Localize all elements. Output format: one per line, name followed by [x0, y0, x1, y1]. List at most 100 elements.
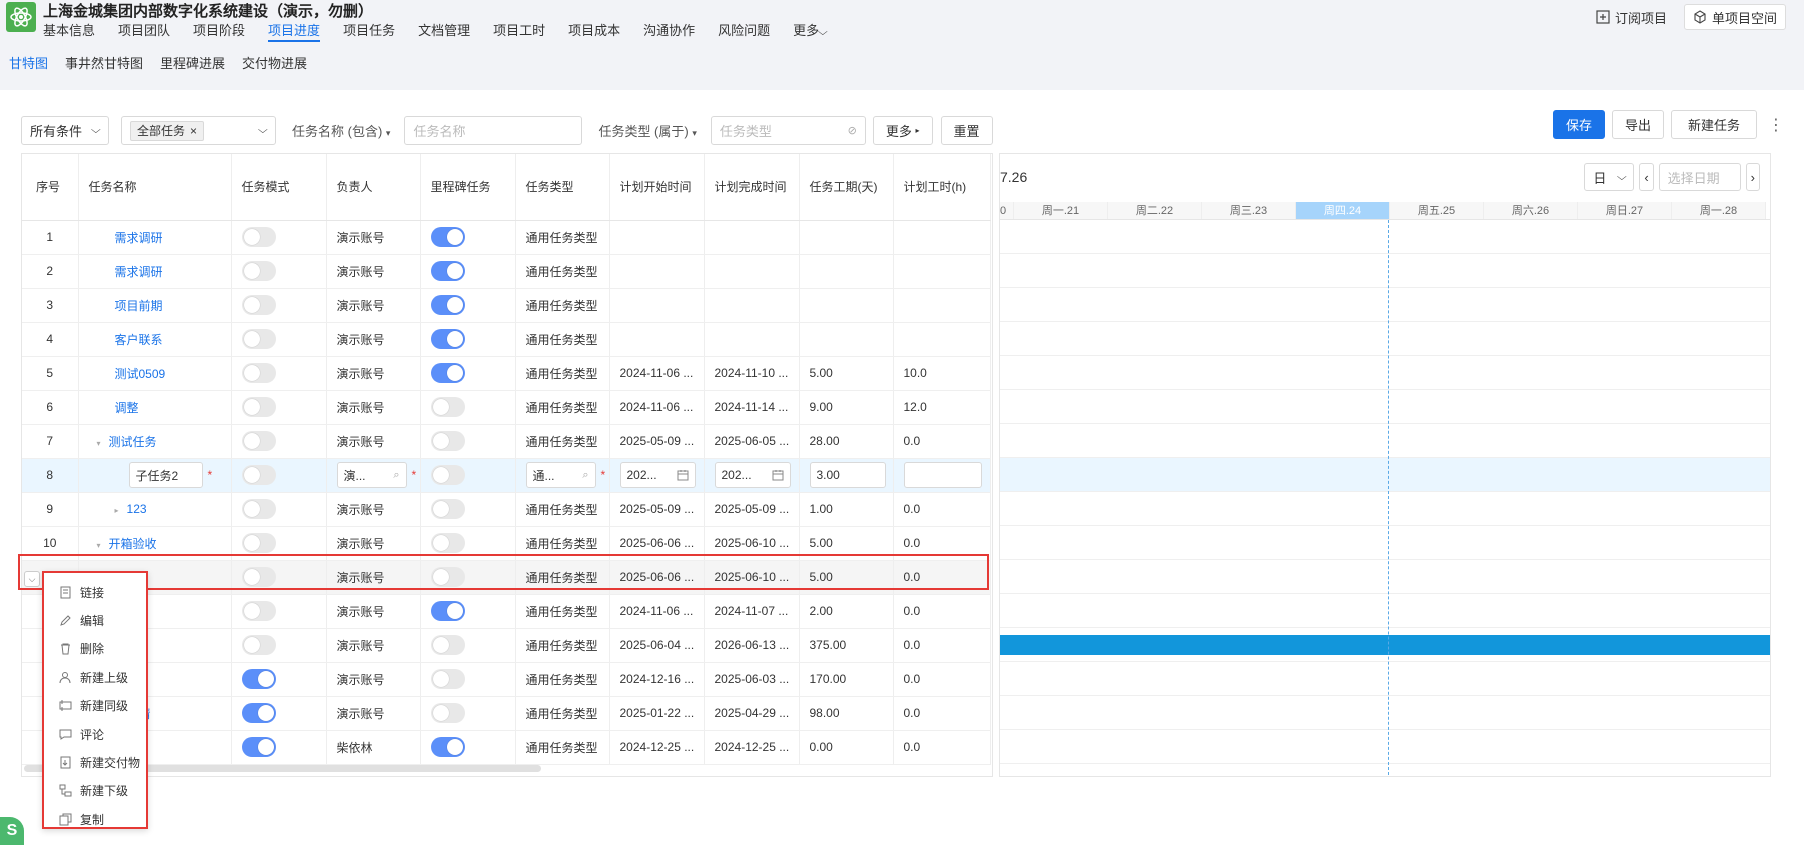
menu-item-link[interactable]: 链接	[44, 578, 146, 606]
column-header[interactable]: 任务类型	[515, 154, 610, 221]
column-header[interactable]: 计划工时(h)	[893, 154, 991, 221]
tag-close-icon[interactable]: ×	[190, 122, 197, 140]
toggle-switch[interactable]	[430, 533, 465, 553]
toggle-switch[interactable]	[241, 261, 276, 281]
toggle-switch[interactable]	[241, 533, 276, 553]
task-name-link[interactable]: 项目前期	[115, 299, 163, 313]
sub-tab-1[interactable]: 事井然甘特图	[65, 53, 143, 72]
table-row[interactable]: 目申请演示账号通用任务类型2025-01-22 ...2025-04-29 ..…	[22, 696, 991, 731]
date-picker[interactable]: 选择日期	[1658, 163, 1741, 191]
toggle-switch[interactable]	[241, 499, 276, 519]
next-date-button[interactable]: ›	[1745, 163, 1760, 191]
task-name-link[interactable]: 开箱验收	[109, 537, 157, 551]
toggle-switch[interactable]	[430, 261, 465, 281]
toggle-switch[interactable]	[430, 465, 465, 485]
task-name-link[interactable]: 调整	[115, 401, 139, 415]
toggle-switch[interactable]	[430, 635, 465, 655]
more-options-icon[interactable]: ⋮	[1764, 115, 1788, 135]
table-row[interactable]: 1 需求调研 演示账号 通用任务类型	[22, 220, 991, 255]
toggle-switch[interactable]	[430, 431, 465, 451]
project-space-button[interactable]: 单项目空间	[1683, 4, 1786, 30]
sub-tab-2[interactable]: 里程碑进展	[160, 53, 225, 72]
toggle-switch[interactable]	[241, 635, 276, 655]
caret-down-icon[interactable]: ▾	[97, 439, 101, 448]
owner-edit-select[interactable]: 演... ⌕	[336, 462, 407, 488]
hours-edit-input[interactable]	[903, 462, 982, 488]
task-name-link[interactable]: 123	[127, 502, 147, 516]
task-name-edit-input[interactable]: 子任务2	[128, 462, 203, 488]
task-name-input[interactable]: 任务名称	[404, 116, 583, 145]
row-expand-toggle[interactable]: ⌵	[24, 571, 40, 587]
column-header[interactable]: 任务模式	[231, 154, 327, 221]
type-edit-select[interactable]: 通... ⌕	[525, 462, 596, 488]
column-header[interactable]: 计划开始时间	[609, 154, 705, 221]
task-name-filter-label[interactable]: 任务名称 (包含) ▾	[284, 121, 398, 140]
toggle-switch[interactable]	[241, 363, 276, 383]
nav-tab-4[interactable]: 项目任务	[343, 21, 395, 42]
toggle-switch[interactable]	[241, 465, 276, 485]
nav-tab-1[interactable]: 项目团队	[118, 21, 170, 42]
toggle-switch[interactable]	[241, 431, 276, 451]
nav-tab-7[interactable]: 项目成本	[568, 21, 620, 42]
toggle-switch[interactable]	[241, 397, 276, 417]
task-type-input[interactable]: 任务类型 ⊘	[710, 116, 866, 145]
toggle-switch[interactable]	[241, 295, 276, 315]
task-scope-select[interactable]: 全部任务 × ⌵	[121, 116, 276, 145]
plan-bar[interactable]	[1000, 635, 1770, 655]
task-name-link[interactable]: 客户联系	[115, 333, 163, 347]
menu-item-comment[interactable]: 评论	[44, 720, 146, 748]
toggle-switch[interactable]	[241, 601, 276, 621]
caret-right-icon[interactable]: ▸	[115, 506, 119, 515]
export-button[interactable]: 导出	[1611, 110, 1664, 139]
menu-item-new-parent[interactable]: 新建上级	[44, 663, 146, 691]
menu-item-new-sibling[interactable]: 新建同级	[44, 692, 146, 720]
table-row[interactable]: 3 项目前期 演示账号 通用任务类型	[22, 288, 991, 323]
table-row[interactable]: 收演示账号通用任务类型2024-11-06 ...2024-11-07 ...2…	[22, 594, 991, 629]
column-header[interactable]: 里程碑任务	[420, 154, 516, 221]
toggle-switch[interactable]	[430, 227, 465, 247]
prev-date-button[interactable]: ‹	[1639, 163, 1654, 191]
new-task-button[interactable]: 新建任务	[1670, 110, 1757, 139]
toggle-switch[interactable]	[241, 737, 276, 757]
toggle-switch[interactable]	[241, 669, 276, 689]
toggle-switch[interactable]	[241, 227, 276, 247]
column-header[interactable]: 计划完成时间	[704, 154, 800, 221]
toggle-switch[interactable]	[430, 329, 465, 349]
column-header[interactable]: 任务工期(天)	[799, 154, 894, 221]
nav-tab-9[interactable]: 风险问题	[718, 21, 770, 42]
table-row[interactable]: 6 调整 演示账号 通用任务类型 2024-11-06 ... 2024-11-14 ..…	[22, 390, 991, 425]
table-row[interactable]: 采购柴依林通用任务类型2024-12-25 ...2024-12-25 ...0…	[22, 730, 991, 765]
table-row[interactable]: 2 需求调研 演示账号 通用任务类型	[22, 254, 991, 289]
editing-row[interactable]: 8 子任务2 * 演... ⌕ * 通... ⌕ * 202... 202... 3.00	[22, 458, 991, 493]
nav-tab-6[interactable]: 项目工时	[493, 21, 545, 42]
assistant-logo-icon[interactable]: S	[0, 817, 24, 845]
nav-tab-10[interactable]: 更多⌵	[793, 21, 828, 42]
sub-tab-0[interactable]: 甘特图	[9, 53, 48, 72]
toggle-switch[interactable]	[241, 703, 276, 723]
table-row[interactable]: 7 ▾ 测试任务 演示账号 通用任务类型 2025-05-09 ... 2025-06-05…	[22, 424, 991, 459]
duration-edit-input[interactable]: 3.00	[809, 462, 886, 488]
toggle-switch[interactable]	[430, 499, 465, 519]
toggle-switch[interactable]	[430, 703, 465, 723]
nav-tab-2[interactable]: 项目阶段	[193, 21, 245, 42]
condition-select[interactable]: 所有条件 ⌵	[21, 116, 109, 145]
toggle-switch[interactable]	[430, 601, 465, 621]
menu-item-copy[interactable]: 复制	[44, 805, 146, 833]
column-header[interactable]: 负责人	[326, 154, 421, 221]
nav-tab-3[interactable]: 项目进度	[268, 21, 321, 42]
menu-item-edit[interactable]: 编辑	[44, 606, 146, 634]
toggle-switch[interactable]	[430, 295, 465, 315]
table-row[interactable]: 金演示账号通用任务类型2025-06-04 ...2026-06-13 ...3…	[22, 628, 991, 663]
task-name-link[interactable]: 测试任务	[109, 435, 157, 449]
menu-item-new-deliverable[interactable]: 新建交付物	[44, 748, 146, 776]
toggle-switch[interactable]	[430, 363, 465, 383]
end-date-picker[interactable]: 202...	[714, 462, 791, 488]
start-date-picker[interactable]: 202...	[619, 462, 696, 488]
reset-button[interactable]: 重置	[940, 116, 993, 145]
task-type-filter-label[interactable]: 任务类型 (属于) ▾	[590, 121, 704, 140]
nav-tab-0[interactable]: 基本信息	[43, 21, 95, 42]
nav-tab-8[interactable]: 沟通协作	[643, 21, 695, 42]
toggle-switch[interactable]	[430, 397, 465, 417]
table-row[interactable]: 9 ▸ 123 演示账号 通用任务类型 2025-05-09 ... 2025-05-09 …	[22, 492, 991, 527]
clear-icon[interactable]: ⊘	[848, 124, 857, 137]
